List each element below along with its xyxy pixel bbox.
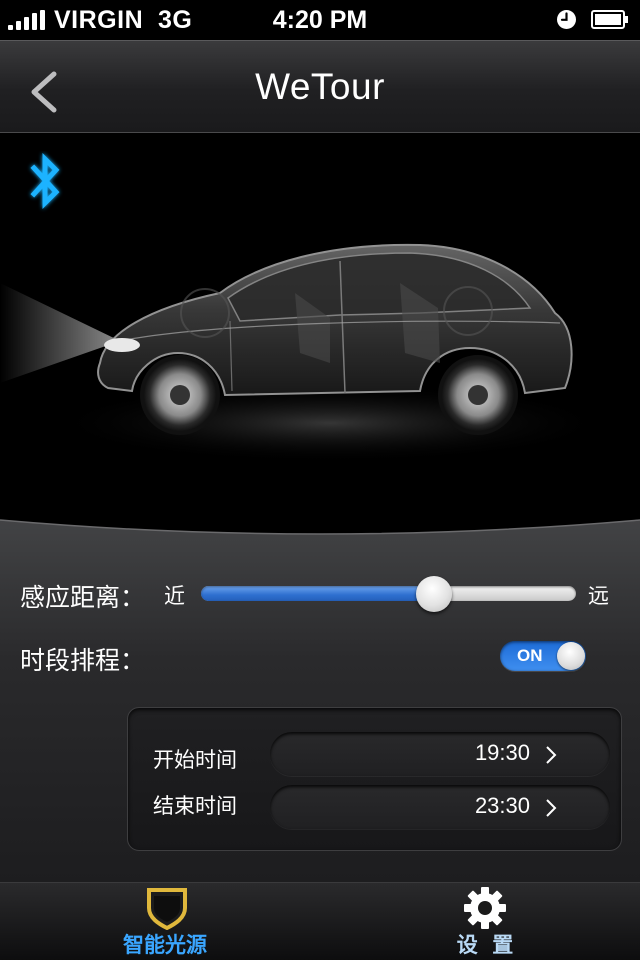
status-bar: VIRGIN 3G 4:20 PM <box>0 0 640 40</box>
control-panel: 感应距离： 近 远 时段排程： ON 开始时间 19:30 结束时间 23:30 <box>0 508 640 882</box>
start-time-label: 开始时间 <box>153 748 237 772</box>
end-time-field[interactable]: 23:30 <box>270 785 610 829</box>
tab-settings[interactable]: 设 置 <box>325 883 640 960</box>
slider-fill <box>201 586 434 601</box>
tab-smart-light[interactable]: 智能光源 <box>5 883 325 960</box>
slider-max-label: 远 <box>588 584 609 608</box>
status-time: 4:20 PM <box>272 6 368 34</box>
toggle-on-text: ON <box>517 646 543 665</box>
tab-label-settings: 设 置 <box>456 933 514 957</box>
slider-thumb[interactable] <box>415 576 452 612</box>
schedule-time-box: 开始时间 19:30 结束时间 23:30 <box>127 707 622 851</box>
gear-icon <box>464 887 506 929</box>
car-illustration <box>0 243 610 463</box>
end-time-value: 23:30 <box>474 793 530 818</box>
navigation-bar: WeTour <box>0 40 640 133</box>
page-title: WeTour <box>255 66 385 107</box>
chevron-right-icon <box>546 799 557 817</box>
bluetooth-icon[interactable] <box>24 151 68 213</box>
chevron-right-icon <box>546 746 557 764</box>
toggle-knob <box>557 642 585 670</box>
alarm-clock-icon <box>557 10 576 29</box>
start-time-value: 19:30 <box>474 740 530 765</box>
sensing-distance-label: 感应距离： <box>20 583 146 612</box>
shield-icon <box>147 888 187 930</box>
schedule-label: 时段排程： <box>20 646 146 675</box>
schedule-toggle[interactable]: ON <box>500 641 586 671</box>
app-root: VIRGIN 3G 4:20 PM WeTour 感应距离： 近 远 时段排程：… <box>0 0 640 960</box>
end-time-label: 结束时间 <box>153 794 237 818</box>
start-time-field[interactable]: 19:30 <box>270 732 610 776</box>
car-display <box>0 133 640 533</box>
battery-icon <box>591 10 628 29</box>
sensing-distance-slider[interactable] <box>201 576 576 612</box>
tab-label-smart-light: 智能光源 <box>123 933 207 957</box>
panel-curve-divider <box>0 508 640 535</box>
tab-bar: 智能光源 设 置 <box>0 882 640 960</box>
slider-min-label: 近 <box>164 584 185 608</box>
